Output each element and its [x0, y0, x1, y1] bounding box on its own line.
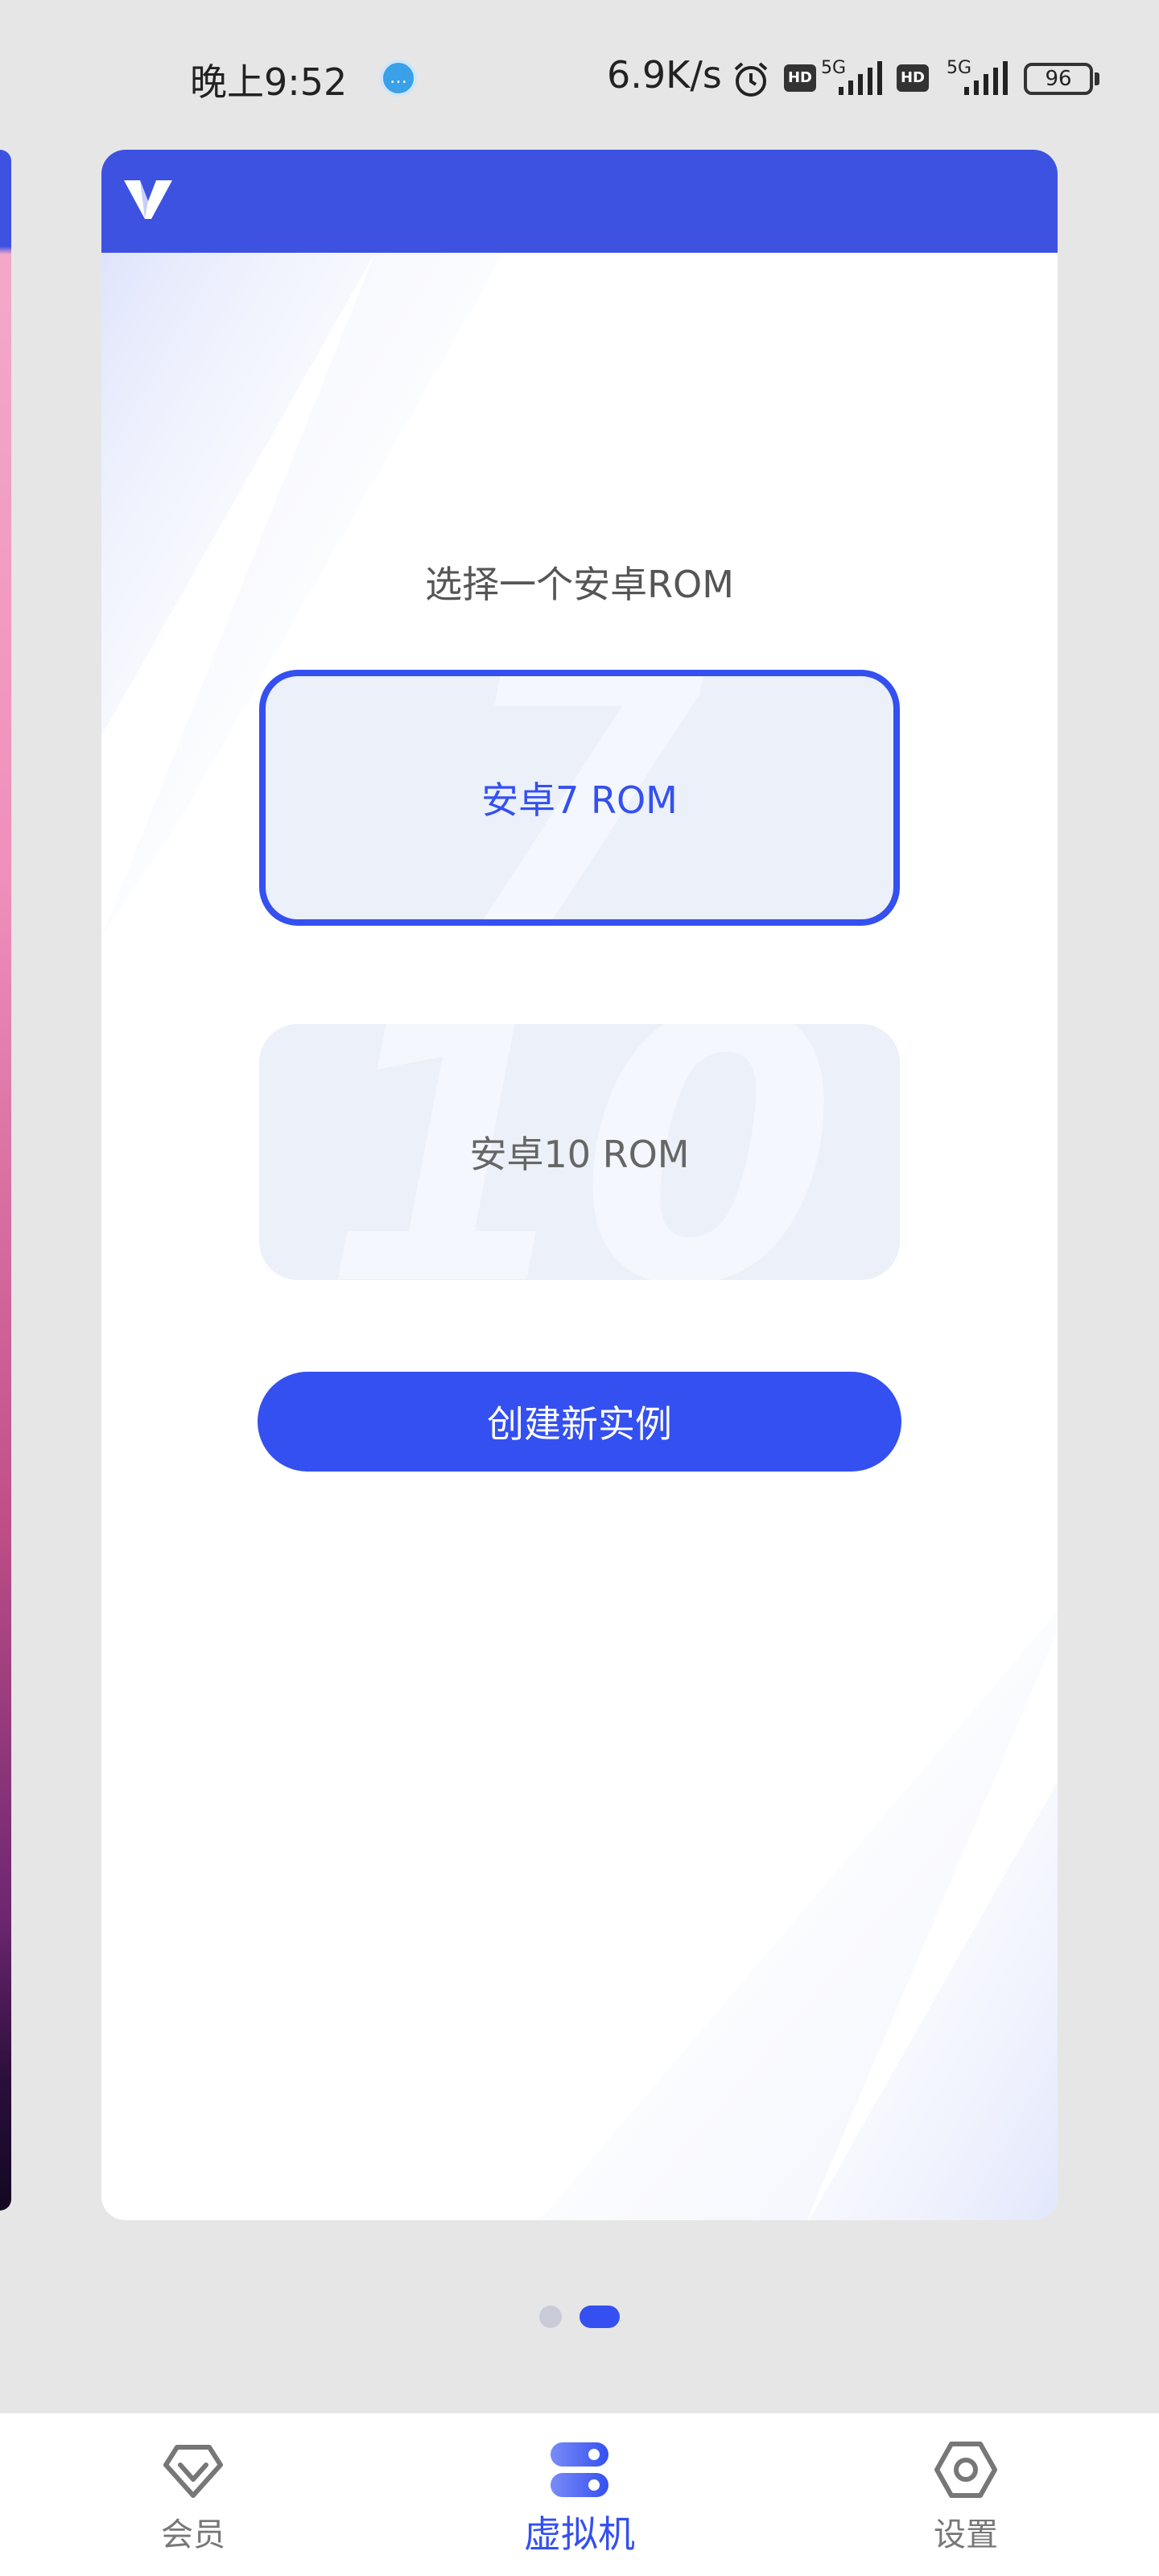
- server-toggle-icon: [551, 2442, 608, 2497]
- page-dot-1[interactable]: [539, 2306, 562, 2328]
- hd-badge-2: HD: [897, 64, 929, 92]
- hd-badge-1: HD: [784, 64, 816, 92]
- previous-card-peek[interactable]: [0, 150, 11, 2211]
- decorative-stripes-bottom: [540, 1611, 1058, 2220]
- rom-option-label: 安卓7 ROM: [481, 778, 678, 822]
- rom-option-android-7[interactable]: 7 安卓7 ROM: [259, 670, 900, 926]
- card-header: [101, 150, 1058, 253]
- alarm-icon: [734, 62, 768, 97]
- signal-icon: [839, 61, 882, 95]
- nav-label-membership: 会员: [161, 2516, 225, 2553]
- bottom-navigation: 会员 虚拟机 设置: [0, 2412, 1159, 2576]
- page-dot-2[interactable]: [580, 2306, 620, 2328]
- status-time: 晚上9:52: [190, 60, 348, 104]
- network-speed: 6.9K/s: [607, 53, 722, 97]
- card-title: 选择一个安卓ROM: [425, 563, 734, 606]
- nav-item-membership[interactable]: 会员: [72, 2413, 314, 2576]
- rom-selection-card: 选择一个安卓ROM 7 安卓7 ROM 10 安卓10 ROM 创建新实例: [101, 150, 1058, 2220]
- chat-bubble-icon: …: [380, 60, 417, 97]
- nav-item-settings[interactable]: 设置: [845, 2413, 1087, 2576]
- page-indicator: [0, 2304, 1159, 2328]
- signal-icon: [964, 61, 1008, 95]
- hexagon-gear-icon: [934, 2442, 997, 2498]
- diamond-icon: [163, 2445, 223, 2498]
- decorative-stripes-top: [101, 253, 504, 937]
- app-logo-icon: [124, 180, 172, 219]
- rom-option-android-10[interactable]: 10 安卓10 ROM: [259, 1024, 900, 1280]
- status-bar: 晚上9:52 … 6.9K/s HD 5G HD 5G 96: [0, 0, 1159, 153]
- create-instance-button[interactable]: 创建新实例: [258, 1372, 901, 1472]
- battery-tip: [1095, 72, 1099, 85]
- nav-label-settings: 设置: [934, 2516, 998, 2553]
- rom-option-label: 安卓10 ROM: [469, 1133, 690, 1176]
- battery-indicator: 96: [1024, 63, 1093, 95]
- nav-label-virtual-machine: 虚拟机: [524, 2512, 635, 2556]
- nav-item-virtual-machine[interactable]: 虚拟机: [459, 2413, 700, 2576]
